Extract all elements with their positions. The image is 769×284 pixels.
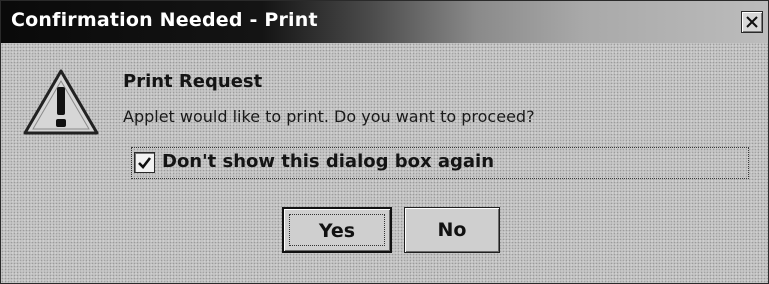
yes-button[interactable]: Yes — [282, 207, 392, 253]
dont-show-again-label[interactable]: Don't show this dialog box again — [162, 151, 494, 172]
no-button[interactable]: No — [404, 207, 500, 253]
checkmark-icon — [138, 157, 152, 169]
window-title: Confirmation Needed - Print — [11, 9, 318, 31]
no-button-label: No — [437, 219, 467, 241]
close-icon — [746, 16, 758, 28]
close-button[interactable] — [741, 11, 763, 33]
dialog-heading: Print Request — [123, 71, 263, 92]
title-bar[interactable]: Confirmation Needed - Print — [1, 1, 768, 43]
confirmation-dialog: Confirmation Needed - Print Print Reques… — [0, 0, 769, 284]
yes-button-label: Yes — [318, 220, 356, 242]
dont-show-again-option[interactable]: Don't show this dialog box again — [131, 147, 749, 179]
warning-icon — [23, 69, 99, 135]
dont-show-again-checkbox[interactable] — [134, 152, 155, 173]
dialog-message: Applet would like to print. Do you want … — [123, 107, 535, 126]
